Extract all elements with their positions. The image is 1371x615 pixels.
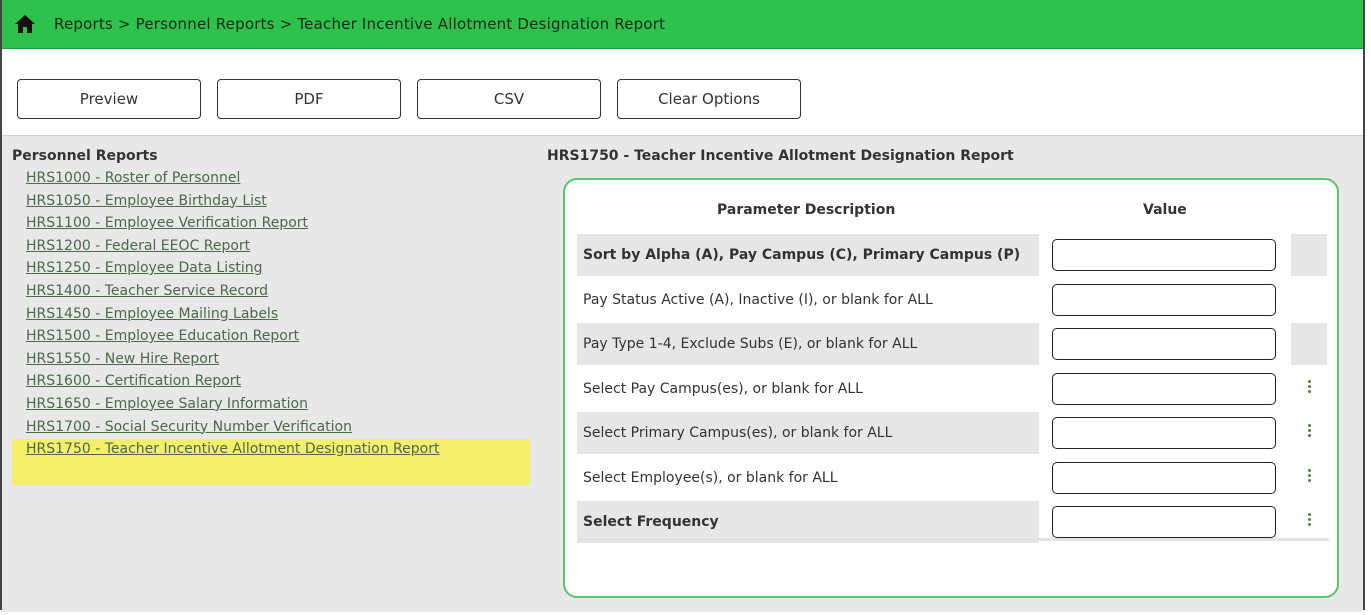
top-bar: Reports > Personnel Reports > Teacher In… (2, 0, 1363, 49)
parameter-row: Select Pay Campus(es), or blank for ALL (577, 368, 1311, 412)
report-link[interactable]: HRS1000 - Roster of Personnel (26, 170, 240, 186)
sidebar-item: HRS1250 - Employee Data Listing (26, 258, 530, 281)
report-link[interactable]: HRS1250 - Employee Data Listing (26, 260, 263, 276)
sidebar-item: HRS1000 - Roster of Personnel (26, 168, 530, 191)
csv-button[interactable]: CSV (417, 79, 601, 119)
dot (1307, 389, 1311, 393)
dot (1307, 473, 1311, 477)
dot (1307, 379, 1311, 383)
report-link[interactable]: HRS1750 - Teacher Incentive Allotment De… (26, 441, 439, 457)
report-link[interactable]: HRS1450 - Employee Mailing Labels (26, 306, 278, 322)
parameter-label: Pay Type 1-4, Exclude Subs (E), or blank… (577, 323, 1039, 365)
dot (1307, 468, 1311, 472)
dot (1307, 523, 1311, 526)
report-link[interactable]: HRS1200 - Federal EEOC Report (26, 238, 250, 254)
parameter-row: Pay Type 1-4, Exclude Subs (E), or blank… (577, 323, 1327, 367)
preview-button[interactable]: Preview (17, 79, 201, 119)
report-list: HRS1000 - Roster of Personnel HRS1050 - E… (12, 168, 530, 486)
parameter-panel: Parameter Description Value Sort by Alph… (563, 178, 1339, 598)
report-link[interactable]: HRS1650 - Employee Salary Information (26, 396, 308, 412)
parameter-value-input[interactable] (1052, 417, 1276, 449)
breadcrumb: Reports > Personnel Reports > Teacher In… (54, 15, 666, 33)
parameter-value-input[interactable] (1052, 372, 1276, 405)
sidebar-item: HRS1600 - Certification Report (26, 371, 530, 394)
report-link[interactable]: HRS1700 - Social Security Number Verific… (26, 419, 352, 435)
parameter-row: Select Employee(s), or blank for ALL (577, 457, 1311, 501)
divider (577, 538, 1329, 541)
sidebar-title: Personnel Reports (12, 148, 158, 164)
sidebar-item: HRS1500 - Employee Education Report (26, 326, 530, 349)
parameter-label: Sort by Alpha (A), Pay Campus (C), Prima… (577, 234, 1039, 276)
report-link[interactable]: HRS1400 - Teacher Service Record (26, 283, 268, 299)
report-link[interactable]: HRS1600 - Certification Report (26, 373, 241, 389)
dot (1307, 429, 1311, 432)
parameter-value-input[interactable] (1052, 239, 1276, 271)
toolbar: Preview PDF CSV Clear Options (2, 49, 1363, 136)
parameter-label: Select Pay Campus(es), or blank for ALL (583, 380, 863, 397)
sidebar-item: HRS1550 - New Hire Report (26, 349, 530, 372)
sidebar-item: HRS1200 - Federal EEOC Report (26, 236, 530, 259)
dot (1307, 518, 1311, 521)
parameter-value-input[interactable] (1052, 328, 1276, 360)
parameter-value-input[interactable] (1052, 283, 1276, 316)
report-link[interactable]: HRS1050 - Employee Birthday List (26, 193, 267, 209)
home-icon[interactable] (14, 14, 36, 34)
vertical-dots-icon[interactable] (1301, 378, 1317, 400)
value-header: Value (1143, 202, 1187, 218)
dot (1307, 434, 1311, 437)
pdf-button[interactable]: PDF (217, 79, 401, 119)
empty-cell (1291, 323, 1327, 365)
parameter-label: Pay Status Active (A), Inactive (I), or … (583, 291, 933, 308)
parameter-row: Select Primary Campus(es), or blank for … (577, 412, 1311, 456)
parameter-label: Select Frequency (577, 501, 1039, 543)
dot (1307, 384, 1311, 388)
clear-options-button[interactable]: Clear Options (617, 79, 801, 119)
parameter-label: Select Primary Campus(es), or blank for … (577, 412, 1039, 454)
sidebar-item: HRS1450 - Employee Mailing Labels (26, 304, 530, 327)
sidebar-item: HRS1050 - Employee Birthday List (26, 191, 530, 214)
empty-cell (1291, 234, 1327, 276)
dot (1307, 478, 1311, 482)
parameter-row: Sort by Alpha (A), Pay Campus (C), Prima… (577, 234, 1327, 278)
parameter-label: Select Employee(s), or blank for ALL (583, 469, 838, 486)
parameter-value-input[interactable] (1052, 461, 1276, 494)
vertical-dots-icon[interactable] (1301, 467, 1317, 489)
app-frame: Reports > Personnel Reports > Teacher In… (0, 0, 1365, 612)
parameter-description-header: Parameter Description (717, 202, 896, 218)
vertical-dots-icon[interactable] (1301, 422, 1317, 444)
sidebar-item: HRS1650 - Employee Salary Information (26, 394, 530, 417)
dot (1307, 424, 1311, 427)
sidebar-item: HRS1400 - Teacher Service Record (26, 281, 530, 304)
sidebar-item: HRS1700 - Social Security Number Verific… (26, 417, 530, 440)
parameter-value-input[interactable] (1052, 506, 1276, 538)
report-title: HRS1750 - Teacher Incentive Allotment De… (547, 148, 1014, 164)
report-link[interactable]: HRS1100 - Employee Verification Report (26, 215, 308, 231)
parameter-row: Pay Status Active (A), Inactive (I), or … (577, 279, 1283, 323)
report-link[interactable]: HRS1500 - Employee Education Report (26, 328, 299, 344)
sidebar-item: HRS1750 - Teacher Incentive Allotment De… (12, 439, 530, 486)
vertical-dots-icon[interactable] (1301, 511, 1317, 533)
dot (1307, 513, 1311, 516)
content-area: Personnel Reports HRS1000 - Roster of Pe… (2, 136, 1363, 612)
sidebar-item: HRS1100 - Employee Verification Report (26, 213, 530, 236)
report-link[interactable]: HRS1550 - New Hire Report (26, 351, 219, 367)
